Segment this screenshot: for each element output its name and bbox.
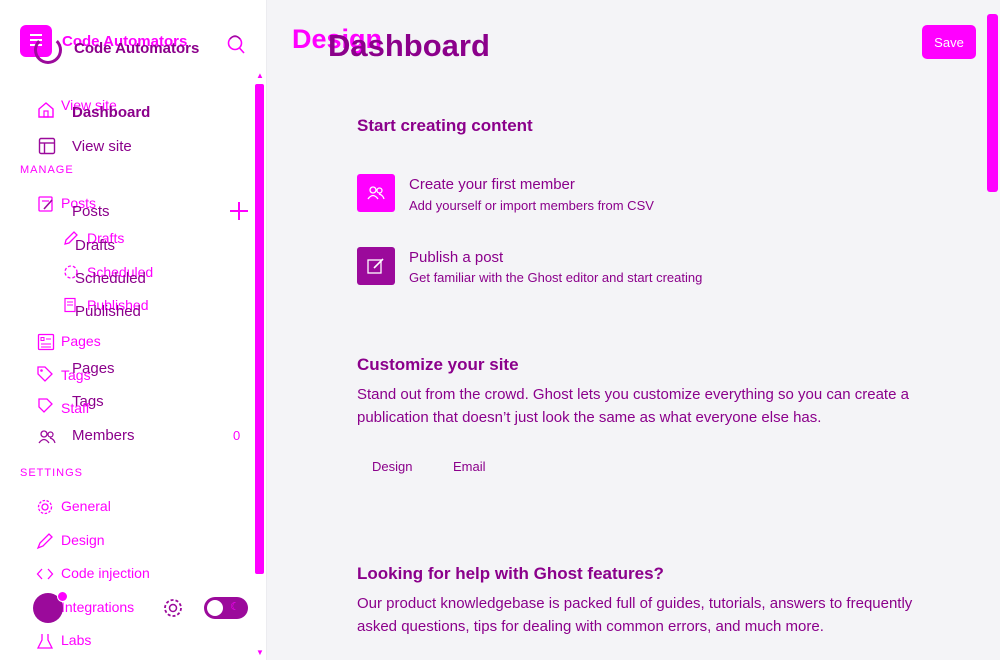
scroll-down-arrow-icon[interactable]: ▼ [256,648,264,657]
page-title: Dashboard [328,28,490,63]
sidebar-item-design[interactable]: Design [61,532,105,548]
code-icon [36,568,54,580]
tags-overlay-label[interactable]: Tags [61,367,91,383]
sidebar-item-posts[interactable]: Posts [72,203,110,220]
pages-overlay-label[interactable]: Pages [61,333,101,349]
dark-mode-toggle[interactable]: ☾ [204,597,248,619]
sidebar-item-staff[interactable]: Staff [61,400,90,416]
customize-heading: Customize your site [357,355,519,374]
customize-text: Stand out from the crowd. Ghost lets you… [357,386,909,426]
members-count-badge: 0 [233,428,241,443]
add-post-button[interactable] [228,200,250,222]
post-card-icon[interactable] [357,247,395,285]
main-scroll-thumb[interactable] [987,14,998,192]
members-icon [367,186,385,200]
search-icon[interactable] [226,33,246,57]
email-link[interactable]: Email [453,459,486,474]
post-card-title[interactable]: Publish a post [409,249,503,266]
sidebar-item-scheduled[interactable]: Scheduled [75,270,146,287]
save-button[interactable]: Save [922,25,976,59]
pages-icon [37,333,55,351]
home-icon [38,102,54,118]
sidebar-item-dashboard[interactable]: Dashboard [72,104,150,121]
labs-icon [36,634,54,649]
sidebar-item-drafts[interactable]: Drafts [75,237,115,254]
loading-ring-icon [34,36,62,64]
browser-icon [38,137,56,155]
sidebar-item-published[interactable]: Published [75,303,141,320]
member-card-subtitle: Add yourself or import members from CSV [409,198,654,213]
member-card-title[interactable]: Create your first member [409,176,575,193]
settings-icon [37,499,53,515]
help-text: Our product knowledgebase is packed full… [357,595,913,635]
gear-icon[interactable] [162,597,184,619]
post-card-subtitle: Get familiar with the Ghost editor and s… [409,270,703,285]
brand-name[interactable]: Code Automators [74,40,199,57]
sidebar: Code Automators Code Automators View sit… [0,0,267,660]
tag-icon [37,366,53,382]
member-card-icon[interactable] [357,174,395,212]
section-settings: SETTINGS [20,467,84,479]
sidebar-item-integrations[interactable]: Integrations [61,599,134,615]
sidebar-item-code-injection[interactable]: Code injection [61,565,150,581]
edit-icon [367,258,384,274]
sidebar-scroll-thumb[interactable] [255,84,264,574]
notification-dot [57,591,68,602]
help-heading: Looking for help with Ghost features? [357,564,664,583]
section-manage: MANAGE [20,164,74,176]
sidebar-item-members[interactable]: Members [72,427,135,444]
sidebar-item-view-site[interactable]: View site [72,138,132,155]
moon-icon: ☾ [230,601,240,613]
members-icon [38,430,56,444]
design-link[interactable]: Design [372,459,412,474]
menu-icon [30,34,42,36]
main-content: Design Dashboard Save Start creating con… [268,0,1000,660]
brush-icon [36,533,53,550]
posts-icon [38,196,53,212]
toggle-knob [207,600,223,616]
sidebar-item-general[interactable]: General [61,498,111,514]
staff-icon [38,398,53,413]
start-creating-heading: Start creating content [357,116,533,135]
sidebar-item-labs[interactable]: Labs [61,632,91,648]
scroll-up-arrow-icon[interactable]: ▲ [256,71,264,80]
